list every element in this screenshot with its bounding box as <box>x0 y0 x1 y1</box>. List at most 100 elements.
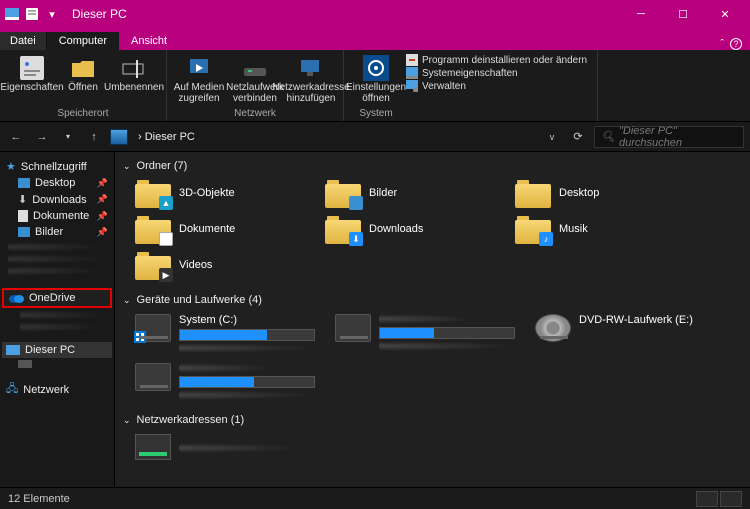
drive-icon <box>135 314 171 342</box>
redacted-item <box>8 254 106 264</box>
help-icon[interactable]: ? <box>730 38 742 50</box>
forward-button[interactable]: → <box>32 127 52 147</box>
sidebar-item-drive[interactable] <box>2 358 112 370</box>
drive-dvd[interactable]: DVD-RW-Laufwerk (E:) <box>535 314 715 353</box>
network-location[interactable] <box>123 430 742 460</box>
folder-documents[interactable]: Dokumente <box>135 214 305 244</box>
group-label-storage: Speicherort <box>57 106 108 121</box>
ribbon-group-network: Auf Medien zugreifen Netzlaufwerk verbin… <box>167 50 344 121</box>
folder-music[interactable]: ♪Musik <box>515 214 685 244</box>
uninstall-program-button[interactable]: Programm deinstallieren oder ändern <box>406 54 587 66</box>
desktop-icon <box>18 178 30 188</box>
close-button[interactable]: ✕ <box>704 0 746 28</box>
icons-view-button[interactable] <box>720 491 742 507</box>
chevron-down-icon: ⌄ <box>123 161 131 172</box>
sidebar-item-network[interactable]: 🖧Netzwerk <box>2 378 112 401</box>
redacted-text <box>179 390 315 400</box>
section-header-drives[interactable]: ⌄Geräte und Laufwerke (4) <box>123 290 742 310</box>
ribbon-tab-bar: Datei Computer Ansicht ˆ ? <box>0 28 750 50</box>
recent-locations-button[interactable]: ▾ <box>58 127 78 147</box>
rename-button[interactable]: Umbenennen <box>108 52 160 94</box>
folder-desktop[interactable]: Desktop <box>515 178 685 208</box>
media-access-button[interactable]: Auf Medien zugreifen <box>173 52 225 104</box>
sidebar-item-pictures[interactable]: Bilder📌 <box>2 224 112 240</box>
sidebar-item-onedrive[interactable]: OneDrive <box>2 288 112 308</box>
drive-3[interactable] <box>135 363 315 400</box>
group-label-system: System <box>359 106 392 121</box>
redacted-text <box>179 343 315 353</box>
redacted-text <box>179 443 299 453</box>
redacted-text <box>379 314 474 324</box>
ribbon: Eigenschaften Öffnen Umbenennen Speicher… <box>0 50 750 122</box>
network-drive-icon <box>135 434 171 460</box>
qat-properties-icon[interactable] <box>24 6 40 22</box>
folder-icon <box>135 214 171 244</box>
item-count: 12 Elemente <box>8 493 70 505</box>
drive-system-c[interactable]: System (C:) <box>135 314 315 353</box>
downloads-icon: ⬇ <box>18 193 27 206</box>
pin-icon: 📌 <box>97 178 108 189</box>
system-list: Programm deinstallieren oder ändern Syst… <box>402 52 591 94</box>
folder-pictures[interactable]: Bilder <box>325 178 495 208</box>
search-input[interactable]: 🔍︎ "Dieser PC" durchsuchen <box>594 126 744 148</box>
dvd-drive-icon <box>535 314 571 342</box>
qat-dropdown-icon[interactable]: ▾ <box>44 6 60 22</box>
manage-button[interactable]: Verwalten <box>406 80 587 92</box>
redacted-item <box>20 310 106 320</box>
tab-file[interactable]: Datei <box>0 32 47 50</box>
ribbon-group-system: Einstellungen öffnen System Programm dei… <box>344 50 598 121</box>
maximize-button[interactable]: ☐ <box>662 0 704 28</box>
explorer-icon <box>4 6 20 22</box>
thispc-icon <box>110 129 128 145</box>
ribbon-collapse-icon[interactable]: ˆ <box>720 38 724 50</box>
navigation-pane: ★Schnellzugriff Desktop📌 ⬇Downloads📌 Dok… <box>0 152 115 487</box>
sidebar-item-documents[interactable]: Dokumente📌 <box>2 208 112 224</box>
quick-access-toolbar: ▾ <box>4 6 60 22</box>
sidebar-item-thispc[interactable]: Dieser PC <box>2 342 112 358</box>
pictures-icon <box>18 227 30 237</box>
window-controls: ─ ☐ ✕ <box>620 0 746 28</box>
media-access-icon <box>185 54 213 82</box>
redacted-text <box>179 363 274 373</box>
open-button[interactable]: Öffnen <box>62 52 104 94</box>
rename-icon <box>120 54 148 82</box>
status-bar: 12 Elemente <box>0 487 750 509</box>
details-view-button[interactable] <box>696 491 718 507</box>
drive-2[interactable] <box>335 314 515 353</box>
minimize-button[interactable]: ─ <box>620 0 662 28</box>
properties-button[interactable]: Eigenschaften <box>6 52 58 94</box>
content-pane: ⌄Ordner (7) ▲3D-Objekte Bilder Desktop D… <box>115 152 750 487</box>
folder-icon: ⬇ <box>325 214 361 244</box>
address-dropdown-icon[interactable]: v <box>542 127 562 147</box>
capacity-bar <box>379 327 515 339</box>
up-button[interactable]: ↑ <box>84 127 104 147</box>
section-header-folders[interactable]: ⌄Ordner (7) <box>123 156 742 176</box>
sidebar-item-downloads[interactable]: ⬇Downloads📌 <box>2 191 112 208</box>
folder-3d-objects[interactable]: ▲3D-Objekte <box>135 178 305 208</box>
pin-icon: 📌 <box>97 211 108 222</box>
section-header-netaddr[interactable]: ⌄Netzwerkadressen (1) <box>123 410 742 430</box>
back-button[interactable]: ← <box>6 127 26 147</box>
open-icon <box>69 54 97 82</box>
folder-downloads[interactable]: ⬇Downloads <box>325 214 495 244</box>
sidebar-item-desktop[interactable]: Desktop📌 <box>2 175 112 191</box>
open-settings-button[interactable]: Einstellungen öffnen <box>350 52 402 104</box>
folder-videos[interactable]: ▶Videos <box>135 250 305 280</box>
tab-computer[interactable]: Computer <box>47 32 119 50</box>
add-netaddress-icon <box>297 54 325 82</box>
search-icon: 🔍︎ <box>601 130 615 143</box>
title-bar: ▾ Dieser PC ─ ☐ ✕ <box>0 0 750 28</box>
refresh-button[interactable]: ⟳ <box>568 127 588 147</box>
capacity-bar <box>179 329 315 341</box>
tab-view[interactable]: Ansicht <box>119 32 179 50</box>
sidebar-item-quickaccess[interactable]: ★Schnellzugriff <box>2 158 112 175</box>
system-properties-button[interactable]: Systemeigenschaften <box>406 67 587 79</box>
window-title: Dieser PC <box>72 7 127 21</box>
add-netaddress-button[interactable]: Netzwerkadresse hinzufügen <box>285 52 337 104</box>
star-icon: ★ <box>6 160 16 173</box>
redacted-item <box>8 266 106 276</box>
chevron-down-icon: ⌄ <box>123 295 131 306</box>
breadcrumb[interactable]: › Dieser PC <box>138 131 195 143</box>
redacted-item <box>20 322 106 332</box>
pin-icon: 📌 <box>97 227 108 238</box>
